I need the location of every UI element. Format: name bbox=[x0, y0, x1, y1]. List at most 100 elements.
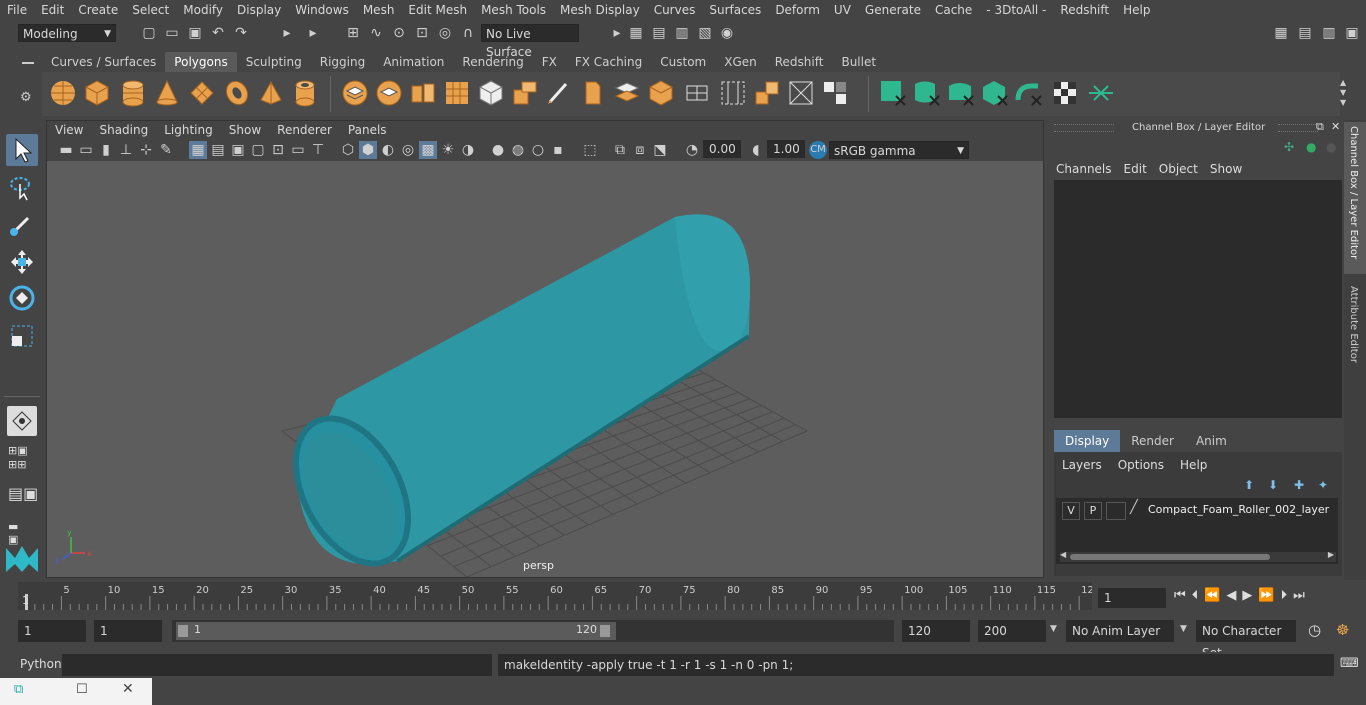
bookmark-icon[interactable]: ▮ bbox=[97, 141, 115, 159]
planar-map-icon[interactable] bbox=[752, 78, 782, 108]
poly-plane-icon[interactable] bbox=[187, 78, 217, 108]
snap-surface-icon[interactable]: ◎ bbox=[436, 24, 454, 42]
layer-menu-item[interactable]: Help bbox=[1172, 454, 1215, 476]
soft-select-tool[interactable] bbox=[7, 406, 37, 436]
step-back-key-icon[interactable]: ⏴ bbox=[1192, 588, 1199, 603]
menu-item[interactable]: Help bbox=[1116, 3, 1157, 17]
custom-tool-3-icon[interactable] bbox=[946, 78, 976, 108]
viewport-menu-item[interactable]: Show bbox=[221, 123, 269, 137]
viewport-menu-item[interactable]: View bbox=[47, 123, 91, 137]
film-gate-icon[interactable]: ▤ bbox=[209, 141, 227, 159]
maximize-icon[interactable]: ☐ bbox=[76, 682, 88, 697]
command-language-label[interactable]: Python bbox=[20, 657, 62, 671]
layer-color-icon[interactable]: ╱ bbox=[1130, 500, 1138, 515]
go-to-end-icon[interactable]: ⏭ bbox=[1293, 588, 1305, 603]
shelf-tab[interactable]: Sculpting bbox=[237, 52, 311, 72]
menu-item[interactable]: UV bbox=[827, 3, 858, 17]
lasso-tool[interactable] bbox=[6, 172, 38, 204]
resolution-gate-icon[interactable]: ▣ bbox=[229, 141, 247, 159]
layout-single-icon[interactable]: ⊞▣ ⊞⊞ bbox=[8, 444, 28, 472]
two-d-pan-icon[interactable]: ⊹ bbox=[137, 141, 155, 159]
time-slider[interactable]: 5 10 15 20 25 30 35 40 45 50 55 60 65 70 75 80 85 90 95 100… bbox=[18, 582, 1092, 610]
shelf-tab[interactable]: Animation bbox=[374, 52, 453, 72]
poly-prism-icon[interactable] bbox=[256, 78, 286, 108]
shadows-icon[interactable]: ◑ bbox=[459, 141, 477, 159]
layer-type-toggle[interactable] bbox=[1106, 502, 1126, 520]
undo-icon[interactable]: ↶ bbox=[209, 24, 227, 42]
smooth-icon[interactable] bbox=[442, 78, 472, 108]
panel-grip[interactable] bbox=[1278, 124, 1318, 132]
menu-item[interactable]: Deform bbox=[768, 3, 827, 17]
poly-sphere-icon[interactable] bbox=[48, 78, 78, 108]
shelf-tab[interactable]: Rigging bbox=[311, 52, 374, 72]
go-to-start-icon[interactable]: ⏮ bbox=[1174, 588, 1186, 603]
safe-title-icon[interactable]: ⊤ bbox=[309, 141, 327, 159]
anim-prefs-icon[interactable]: ☸ bbox=[1336, 621, 1349, 639]
layer-tab[interactable]: Render bbox=[1120, 430, 1185, 452]
float-panel-icon[interactable]: ⧉ bbox=[1316, 120, 1324, 134]
open-scene-icon[interactable]: ▭ bbox=[163, 24, 181, 42]
poly-cone-icon[interactable] bbox=[152, 78, 182, 108]
poly-torus-icon[interactable] bbox=[222, 78, 252, 108]
shelf-tab[interactable]: Rendering bbox=[453, 52, 532, 72]
shelf-tab[interactable]: Custom bbox=[651, 52, 715, 72]
render-region-icon[interactable]: ▸ bbox=[608, 24, 626, 42]
poly-cylinder-icon[interactable] bbox=[118, 78, 148, 108]
shelf-tab[interactable]: Curves / Surfaces bbox=[42, 52, 165, 72]
bridge-icon[interactable] bbox=[612, 78, 642, 108]
menu-item[interactable]: Mesh Tools bbox=[474, 3, 553, 17]
xray-components-icon[interactable]: ⬔ bbox=[651, 141, 669, 159]
scrollbar-thumb[interactable] bbox=[1070, 554, 1270, 560]
safe-action-icon[interactable]: ▭ bbox=[289, 141, 307, 159]
color-space-dropdown[interactable]: sRGB gamma ▼ bbox=[829, 141, 969, 159]
textured-icon[interactable]: ▩ bbox=[419, 141, 437, 159]
shelf-tab[interactable]: Polygons bbox=[165, 52, 237, 72]
toggle-panel-icon[interactable]: ▤ bbox=[1296, 24, 1314, 42]
shelf-menu-icon[interactable] bbox=[22, 62, 34, 64]
layer-name[interactable]: Compact_Foam_Roller_002_layer bbox=[1148, 503, 1329, 516]
menu-item[interactable]: Edit Mesh bbox=[401, 3, 474, 17]
wireframe-icon[interactable]: ⬡ bbox=[339, 141, 357, 159]
custom-tool-1-icon[interactable] bbox=[878, 78, 908, 108]
move-layer-up-icon[interactable]: ⬆ bbox=[1244, 478, 1254, 492]
xray-icon[interactable]: ⧉ bbox=[611, 141, 629, 159]
layer-playback-toggle[interactable]: P bbox=[1084, 502, 1102, 520]
grease-pencil-icon[interactable]: ✎ bbox=[157, 141, 175, 159]
redo-icon[interactable]: ↷ bbox=[232, 24, 250, 42]
selection-mask-icon[interactable]: ▸ bbox=[278, 24, 296, 42]
select-tool[interactable] bbox=[6, 134, 38, 166]
channel-box-menu-item[interactable]: Show bbox=[1210, 162, 1254, 176]
toggle-channelbox-icon[interactable]: ▥ bbox=[1320, 24, 1338, 42]
checker-icon[interactable] bbox=[1050, 78, 1080, 108]
range-handle-right[interactable] bbox=[600, 625, 610, 637]
exposure-field[interactable]: 0.00 bbox=[703, 140, 741, 158]
render-frame-icon[interactable]: ▤ bbox=[650, 24, 668, 42]
viewport-menu-item[interactable]: Renderer bbox=[269, 123, 340, 137]
poly-pipe-icon[interactable] bbox=[290, 78, 320, 108]
dof-icon[interactable]: ▪ bbox=[549, 141, 567, 159]
new-layer-selected-icon[interactable]: ✦ bbox=[1318, 478, 1328, 492]
isolate-select-icon[interactable]: ⬚ bbox=[581, 141, 599, 159]
range-handle-left[interactable] bbox=[178, 625, 188, 637]
mirror-icon[interactable] bbox=[476, 78, 506, 108]
move-tool[interactable] bbox=[6, 246, 38, 278]
bevel-icon[interactable] bbox=[578, 78, 608, 108]
playback-start-field[interactable]: 1 bbox=[94, 620, 162, 642]
menu-item[interactable]: Curves bbox=[647, 3, 703, 17]
snap-point-icon[interactable]: ⊙ bbox=[390, 24, 408, 42]
ssao-icon[interactable]: ● bbox=[489, 141, 507, 159]
start-time-field[interactable]: 1 bbox=[18, 620, 86, 642]
custom-tool-4-icon[interactable] bbox=[980, 78, 1010, 108]
chevron-down-icon[interactable]: ▼ bbox=[1180, 624, 1187, 634]
channel-list[interactable] bbox=[1054, 180, 1342, 418]
save-scene-icon[interactable]: ▣ bbox=[186, 24, 204, 42]
menu-item[interactable]: Cache bbox=[928, 3, 979, 17]
channel-box-menu-item[interactable]: Object bbox=[1159, 162, 1210, 176]
menu-item[interactable]: Windows bbox=[288, 3, 356, 17]
gamma-field[interactable]: 1.00 bbox=[767, 140, 805, 158]
step-forward-frame-icon[interactable]: ⏩ bbox=[1258, 588, 1274, 603]
anim-layer-field[interactable]: No Anim Layer bbox=[1066, 620, 1174, 642]
command-input[interactable] bbox=[62, 654, 492, 676]
shelf-tab[interactable]: FX bbox=[533, 52, 566, 72]
lights-icon[interactable]: ☀ bbox=[439, 141, 457, 159]
